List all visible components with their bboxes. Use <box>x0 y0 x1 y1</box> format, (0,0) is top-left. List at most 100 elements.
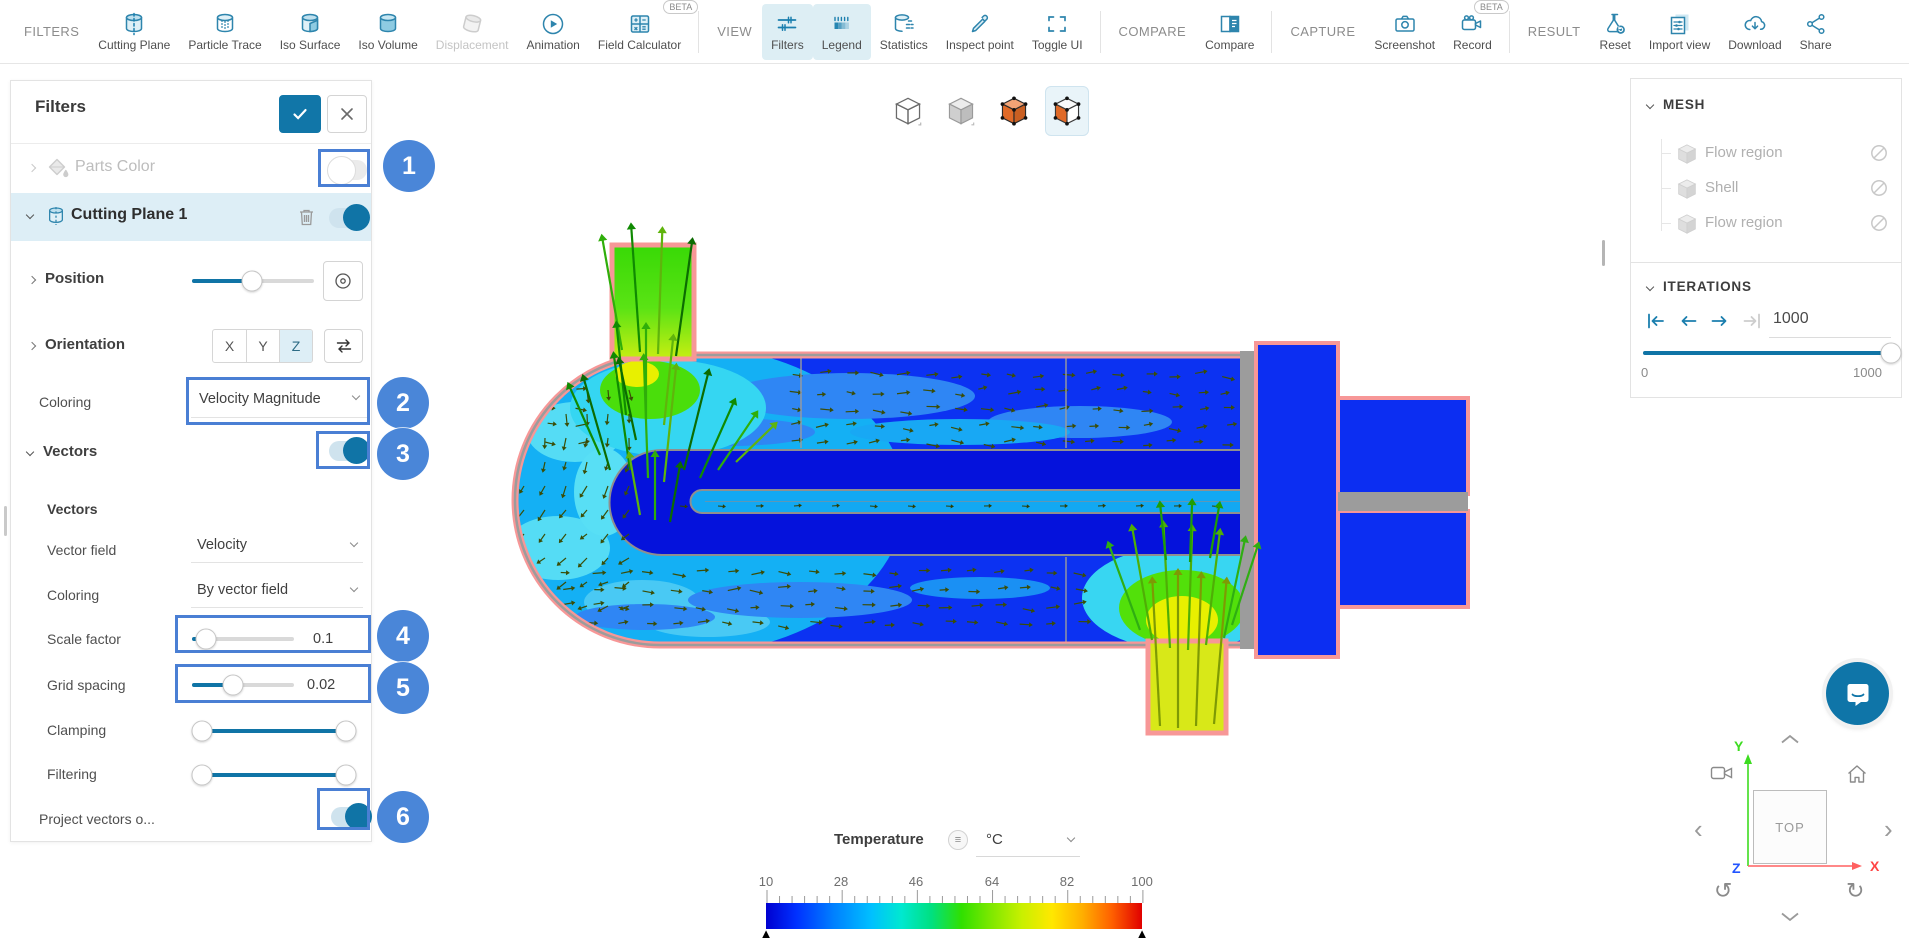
selected-cube-icon <box>1053 96 1081 126</box>
toolbar-item-inspect-point[interactable]: Inspect point <box>937 4 1023 60</box>
mesh-item-shell[interactable]: Shell <box>1631 174 1901 204</box>
rotate-down-chevron[interactable] <box>1780 912 1800 922</box>
vector-field-dropdown[interactable]: Velocity <box>191 530 363 563</box>
toolbar-item-iso-volume[interactable]: Iso Volume <box>349 4 426 60</box>
grid-spacing-slider[interactable] <box>192 683 294 687</box>
cutting-plane-icon <box>121 11 147 37</box>
toolbar-separator <box>1509 11 1510 53</box>
position-target-button[interactable] <box>323 261 363 301</box>
toolbar-item-toggle-ui[interactable]: Toggle UI <box>1023 4 1092 60</box>
simulation-viewport-heat-exchanger[interactable] <box>500 175 1510 745</box>
toolbar-item-compare[interactable]: Compare <box>1196 4 1263 60</box>
cutting-plane-toggle[interactable] <box>329 208 367 228</box>
legend-colorbar[interactable] <box>766 903 1142 929</box>
clamping-range-slider[interactable] <box>202 729 346 733</box>
first-iteration-icon[interactable] <box>1645 311 1667 331</box>
chevron-right-icon <box>28 164 36 172</box>
view-mode-solid-button[interactable] <box>939 86 983 136</box>
rotate-left-chevron[interactable]: ‹ <box>1694 814 1703 845</box>
toolbar-item-share[interactable]: Share <box>1791 4 1841 60</box>
axis-y-button[interactable]: Y <box>246 330 279 362</box>
clamping-label: Clamping <box>47 722 106 738</box>
chevron-down-icon <box>1646 100 1654 108</box>
scrollbar-thumb[interactable] <box>1602 240 1605 266</box>
project-vectors-toggle[interactable] <box>331 807 369 827</box>
toolbar-group-view: VIEW Filters Legend Statistics Inspect p… <box>707 0 1091 63</box>
apply-filters-button[interactable] <box>279 95 321 133</box>
camera-view-icon[interactable] <box>1710 764 1734 782</box>
scale-factor-label: Scale factor <box>47 631 121 647</box>
toolbar-item-screenshot[interactable]: Screenshot <box>1365 4 1444 60</box>
rotate-right-chevron[interactable]: › <box>1884 814 1893 845</box>
next-iteration-icon[interactable] <box>1709 311 1731 331</box>
toolbar-item-field-calculator[interactable]: BETA Field Calculator <box>589 4 690 60</box>
rotate-up-chevron[interactable] <box>1780 734 1800 744</box>
toolbar-item-iso-surface[interactable]: Iso Surface <box>271 4 350 60</box>
toolbar-item-animation[interactable]: Animation <box>517 4 588 60</box>
screenshot-camera-icon <box>1392 11 1418 37</box>
previous-iteration-icon[interactable] <box>1677 311 1699 331</box>
vector-coloring-dropdown[interactable]: By vector field <box>191 575 363 608</box>
rotate-cw-icon[interactable]: ↻ <box>1846 878 1864 904</box>
toolbar-item-filters[interactable]: Filters <box>762 4 813 60</box>
eye-off-icon[interactable] <box>1869 213 1889 233</box>
vectors-label: Vectors <box>43 443 97 460</box>
axis-x-button[interactable]: X <box>213 330 246 362</box>
iteration-slider[interactable] <box>1643 351 1891 355</box>
toolbar-group-filters: FILTERS Cutting Plane Particle Trace Iso… <box>14 0 690 63</box>
home-view-icon[interactable] <box>1846 764 1868 784</box>
view-mode-surfaces-button[interactable] <box>992 86 1036 136</box>
mesh-cube-icon <box>1677 178 1697 200</box>
axis-y-label: Y <box>1734 738 1743 754</box>
panel-resize-grip[interactable] <box>4 506 7 536</box>
support-chat-button[interactable] <box>1826 662 1889 725</box>
axis-z-label: Z <box>1732 860 1741 876</box>
scale-factor-slider[interactable] <box>192 637 294 641</box>
compare-icon <box>1217 11 1243 37</box>
rotate-ccw-icon[interactable]: ↺ <box>1714 878 1732 904</box>
toolbar-item-particle-trace[interactable]: Particle Trace <box>179 4 270 60</box>
toolbar-item-reset[interactable]: Reset <box>1591 4 1640 60</box>
chevron-down-icon <box>352 392 360 400</box>
vectors-toggle[interactable] <box>329 441 367 461</box>
toolbar-item-import-view[interactable]: Import view <box>1640 4 1719 60</box>
mesh-item-flow-region-1[interactable]: Flow region <box>1631 139 1901 169</box>
legend-menu-icon[interactable]: ≡ <box>948 830 968 850</box>
view-mode-parts-button[interactable] <box>1045 86 1089 136</box>
legend-max-marker[interactable]: ▲ <box>1136 926 1149 941</box>
parts-color-toggle[interactable] <box>329 160 367 180</box>
trash-icon[interactable] <box>297 207 316 227</box>
view-mode-wireframe-button[interactable] <box>886 86 930 136</box>
target-icon <box>334 272 352 290</box>
last-iteration-icon[interactable] <box>1741 311 1763 331</box>
toolbar-item-record[interactable]: BETA Record <box>1444 4 1501 60</box>
chevron-down-icon <box>1067 834 1075 842</box>
view-cube-top-face[interactable]: TOP <box>1753 790 1827 864</box>
iteration-value[interactable]: 1000 <box>1773 310 1809 328</box>
mesh-cube-icon <box>1677 213 1697 235</box>
close-filters-button[interactable] <box>327 95 367 133</box>
filtering-range-slider[interactable] <box>202 773 346 777</box>
chevron-down-icon <box>1646 282 1654 290</box>
mesh-panel-header[interactable]: MESH <box>1631 79 1901 112</box>
cutting-plane-row[interactable]: Cutting Plane 1 <box>11 193 371 241</box>
toolbar-item-cutting-plane[interactable]: Cutting Plane <box>89 4 179 60</box>
chat-bubble-icon <box>1843 679 1873 709</box>
iteration-input-underline <box>1769 337 1891 338</box>
position-slider[interactable] <box>192 279 314 283</box>
toolbar-item-statistics[interactable]: Statistics <box>871 4 937 60</box>
toolbar-item-displacement[interactable]: Displacement <box>427 4 518 60</box>
axis-z-button[interactable]: Z <box>279 330 312 362</box>
toolbar-group-capture: CAPTURE Screenshot BETA Record <box>1280 0 1500 63</box>
mesh-item-flow-region-2[interactable]: Flow region <box>1631 209 1901 239</box>
legend-min-marker[interactable]: ▲ <box>760 926 773 941</box>
coloring-dropdown[interactable]: Velocity Magnitude <box>191 381 367 418</box>
iterations-panel-header[interactable]: ITERATIONS <box>1631 263 1901 294</box>
eye-off-icon[interactable] <box>1869 178 1889 198</box>
toolbar-item-download[interactable]: Download <box>1719 4 1790 60</box>
parts-color-row[interactable]: Parts Color <box>11 145 371 193</box>
legend-unit-value[interactable]: °C <box>986 831 1003 848</box>
toolbar-item-legend[interactable]: Legend <box>813 4 871 60</box>
flip-orientation-button[interactable] <box>324 329 363 363</box>
eye-off-icon[interactable] <box>1869 143 1889 163</box>
